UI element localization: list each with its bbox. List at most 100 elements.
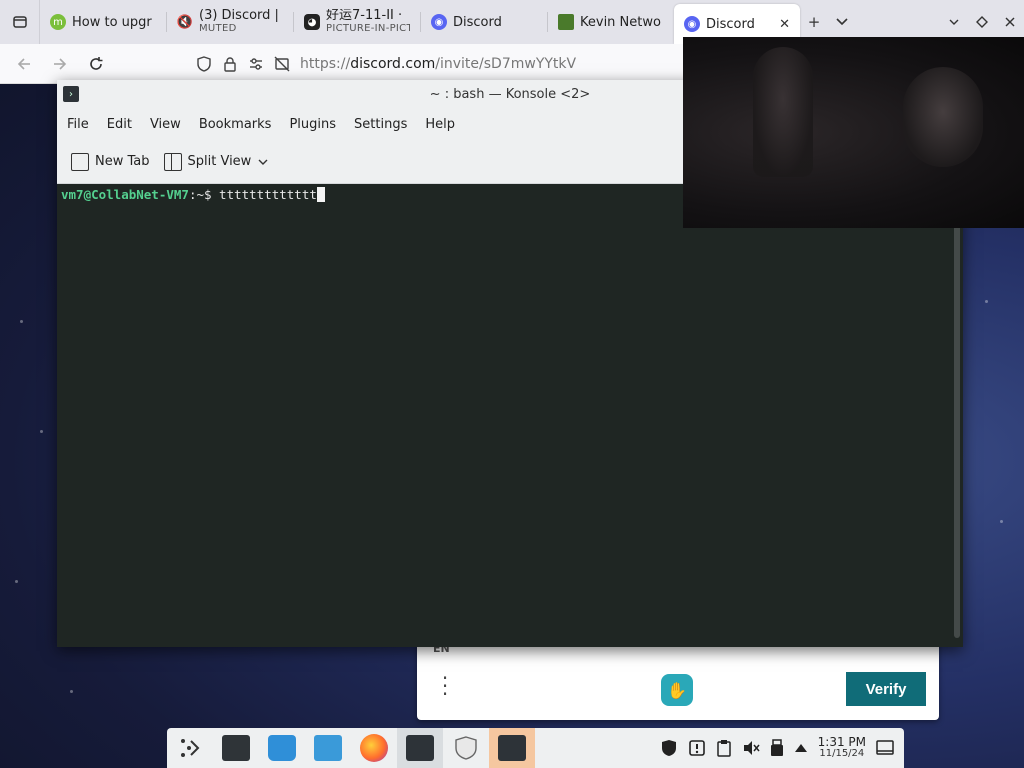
star-decoration [985,300,988,303]
close-icon [1005,17,1015,27]
muted-speaker-icon: 🔇 [176,14,194,30]
notification-icon[interactable] [688,739,706,757]
tab-title: Kevin Netwo [580,14,661,30]
split-view-button[interactable]: Split View [163,152,270,171]
browser-tab-3[interactable]: ◉ Discord [421,0,547,44]
taskbar-file-manager[interactable] [305,728,351,768]
video-frame-figure [903,67,983,167]
app-launcher-button[interactable] [167,728,213,768]
cat-logo-icon: ◕ [304,14,320,30]
browser-tab-0[interactable]: m How to upgr [40,0,166,44]
discord-icon: ◉ [684,16,700,32]
tab-subtitle: PICTURE-IN-PICT [326,23,410,34]
system-tray: 1:31 PM 11/15/24 [660,736,904,760]
clock-date: 11/15/24 [819,748,865,759]
plus-icon: + [807,13,821,31]
tab-list-icon [12,16,27,28]
folder-icon [314,735,342,761]
taskbar-konsole-2[interactable] [489,728,535,768]
vpn-shield-icon[interactable] [660,739,678,757]
autoplay-blocked-icon[interactable] [274,56,290,72]
new-tab-label: New Tab [95,154,150,169]
menu-plugins[interactable]: Plugins [283,117,342,132]
new-tab-icon [71,152,89,171]
discover-store-icon [268,735,296,761]
typed-command: ttttttttttttt [219,187,317,202]
muted-speaker-icon[interactable] [742,739,760,757]
taskbar-konsole[interactable] [397,728,443,768]
tab-title: (3) Discord | [199,9,279,22]
more-options-icon[interactable]: · · · [439,668,451,704]
menu-bookmarks[interactable]: Bookmarks [193,117,278,132]
firefox-icon [360,734,388,762]
shield-icon [455,736,477,760]
clock-time: 1:31 PM [817,735,866,749]
star-decoration [15,580,18,583]
chevron-down-icon [949,19,959,25]
browser-tab-4[interactable]: Kevin Netwo [548,0,674,44]
taskbar-discover[interactable] [259,728,305,768]
terminal-icon [498,735,526,761]
clock[interactable]: 1:31 PM 11/15/24 [818,736,866,760]
split-view-icon [163,152,182,171]
menu-view[interactable]: View [144,117,187,132]
clipboard-icon[interactable] [716,739,732,757]
url-bar[interactable]: https://discord.com/invite/sD7mwYYtkV [196,48,576,80]
reload-icon [90,56,103,70]
shield-icon[interactable] [196,55,212,72]
prompt-user-host: vm7@CollabNet-VM7 [61,187,189,202]
url-prefix: https:// [300,55,351,72]
tab-title: 好运7-11-II · [326,9,403,22]
reload-button[interactable] [80,48,112,80]
close-tab-icon[interactable]: ✕ [779,17,790,32]
taskbar-firefox[interactable] [351,728,397,768]
diamond-icon [976,16,988,28]
discord-icon: ◉ [431,14,447,30]
terminal-scrollbar[interactable] [954,220,960,638]
chevron-up-icon[interactable] [794,741,808,755]
picture-in-picture-video[interactable] [683,37,1024,228]
menu-file[interactable]: File [61,117,95,132]
terminal-icon [406,735,434,761]
forward-button[interactable] [44,48,76,80]
taskbar-system-settings[interactable] [213,728,259,768]
new-tab-button[interactable]: New Tab [71,152,150,171]
system-settings-icon [222,735,250,761]
star-decoration [40,430,43,433]
tab-title: How to upgr [72,14,152,30]
tab-list-button[interactable] [0,0,40,44]
minecraft-icon [558,14,574,30]
menu-settings[interactable]: Settings [348,117,413,132]
star-decoration [70,690,73,693]
url-host: discord.com [350,55,436,72]
chevron-down-icon[interactable] [257,156,269,168]
linux-mint-icon: m [50,14,66,30]
menu-help[interactable]: Help [419,117,461,132]
terminal-area[interactable]: vm7@CollabNet-VM7:~$ ttttttttttttt [57,184,953,647]
hcaptcha-logo-icon: ✋ [661,674,693,706]
browser-tab-2[interactable]: ◕ 好运7-11-II · PICTURE-IN-PICT [294,0,420,44]
browser-tab-1[interactable]: 🔇 (3) Discord | MUTED [167,0,293,44]
menu-edit[interactable]: Edit [101,117,138,132]
star-decoration [1000,520,1003,523]
text-cursor [316,187,325,202]
tab-subtitle: MUTED [199,23,237,34]
taskbar: 1:31 PM 11/15/24 [167,728,904,768]
verify-button[interactable]: Verify [846,672,926,706]
lock-icon[interactable] [222,56,238,72]
arrow-left-icon [17,57,30,70]
taskbar-security[interactable] [443,728,489,768]
url-path: /invite/sD7mwYYtkV [435,55,577,72]
prompt-dir: :~$ [188,187,220,202]
arrow-right-icon [54,57,67,70]
tab-title: Discord [706,16,755,32]
show-desktop-icon[interactable] [876,740,894,756]
split-view-label: Split View [187,154,252,169]
kde-launcher-icon [181,739,200,757]
url-text[interactable]: https://discord.com/invite/sD7mwYYtkV [300,56,576,72]
star-decoration [20,320,23,323]
chevron-down-icon [836,18,848,26]
usb-device-icon[interactable] [770,739,784,757]
back-button[interactable] [8,48,40,80]
permissions-icon[interactable] [248,56,264,72]
